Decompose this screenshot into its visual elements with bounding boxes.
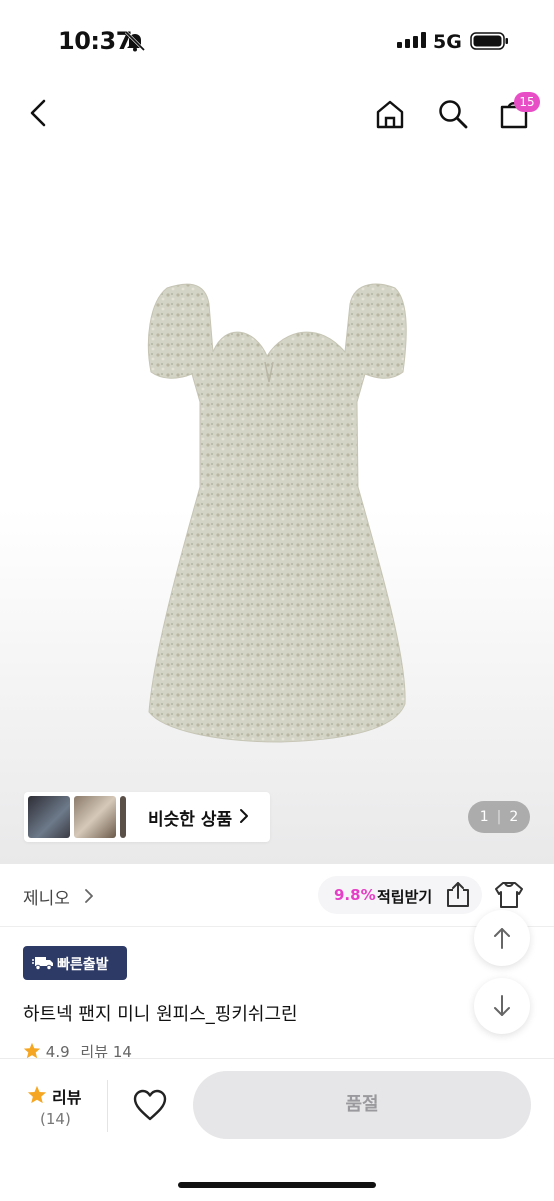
chevron-right-icon[interactable] (84, 888, 94, 908)
similar-label: 비슷한 상품 (148, 810, 233, 830)
divider (107, 1080, 108, 1132)
status-time: 10:37 (58, 27, 132, 55)
fast-delivery-badge: 빠른출발 (23, 946, 127, 980)
product-title: 하트넥 팬지 미니 원피스_핑키쉬그린 (23, 1004, 298, 1025)
brand-name[interactable]: 제니오 (23, 884, 70, 909)
bottom-review-label[interactable]: 리뷰 (52, 1084, 81, 1108)
points-label: 적립받기 (377, 888, 433, 906)
product-gallery[interactable] (0, 152, 554, 864)
pager-total: 2 (509, 809, 519, 825)
top-nav (0, 80, 554, 152)
scroll-up-button[interactable] (474, 910, 530, 966)
image-pager: 1 | 2 (468, 801, 530, 833)
points-percent: 9.8% (334, 886, 376, 904)
arrow-up-icon (494, 928, 510, 949)
back-icon[interactable] (26, 98, 52, 132)
similar-thumb-2 (74, 796, 116, 838)
similar-thumb-1 (28, 796, 70, 838)
network-label: 5G (433, 31, 462, 53)
share-icon[interactable] (445, 881, 471, 913)
fast-delivery-label: 빠른출발 (57, 957, 109, 973)
home-icon[interactable] (374, 98, 406, 134)
similar-products-button[interactable]: 비슷한 상품 (24, 792, 270, 842)
star-icon (27, 1085, 47, 1108)
home-indicator (178, 1182, 376, 1188)
similar-thumb-3 (120, 796, 126, 838)
heart-icon[interactable] (132, 1088, 168, 1126)
chevron-right-icon (238, 807, 250, 829)
pager-current: 1 (479, 809, 489, 825)
truck-icon (32, 956, 54, 974)
battery-icon (470, 32, 510, 54)
search-icon[interactable] (437, 98, 469, 134)
cart-count-badge: 15 (514, 92, 540, 112)
star-icon (23, 1042, 41, 1059)
product-image (145, 282, 410, 756)
arrow-down-icon (494, 995, 510, 1016)
sold-out-button[interactable]: 품절 (193, 1071, 531, 1139)
bottom-review-count[interactable]: (14) (40, 1110, 71, 1128)
bell-off-icon (124, 30, 146, 56)
signal-icon (397, 32, 427, 52)
scroll-down-button[interactable] (474, 978, 530, 1034)
